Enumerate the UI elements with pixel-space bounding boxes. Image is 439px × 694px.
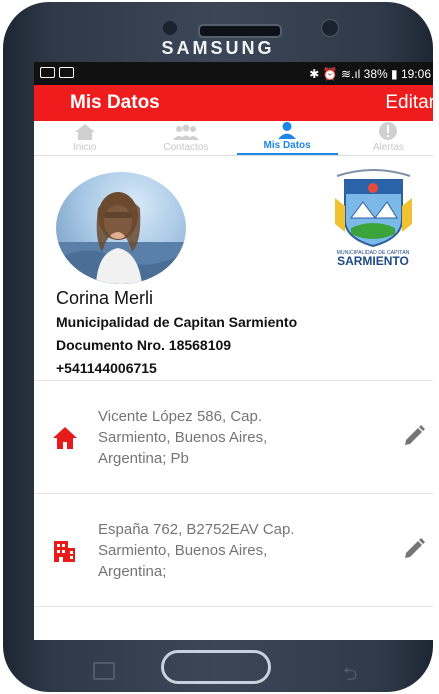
building-icon: [54, 541, 75, 562]
municipality-logo: MUNICIPALIDAD DE CAPITÁN SARMIENTO: [331, 168, 416, 268]
profile-name: Corina Merli: [56, 288, 154, 308]
profile-section: MUNICIPALIDAD DE CAPITÁN SARMIENTO Corin…: [34, 156, 433, 376]
address-text: Vicente López 586, Cap. Sarmiento, Bueno…: [98, 408, 268, 467]
image-notification-icon: [59, 66, 74, 78]
profile-phone: +541144006715: [56, 360, 157, 376]
address-item[interactable]: Vicente López 586, Cap. Sarmiento, Bueno…: [34, 381, 433, 493]
avatar: [56, 172, 186, 284]
tab-label: Mis Datos: [263, 140, 311, 151]
page-title: Mis Datos: [70, 92, 160, 113]
home-icon: [53, 427, 77, 449]
tab-label: Contactos: [163, 142, 209, 153]
phone-bottom-bezel: ⮌: [3, 640, 433, 692]
coat-of-arms-icon: MUNICIPALIDAD DE CAPITÁN SARMIENTO: [335, 169, 412, 268]
person-icon: [278, 121, 297, 139]
contacts-icon: [172, 124, 199, 140]
tab-label: Inicio: [72, 142, 97, 153]
tab-inicio[interactable]: Inicio: [34, 121, 135, 155]
address-text: España 762, B2752EAV Cap. Sarmiento, Bue…: [98, 521, 295, 580]
status-right: ✱ ⏰ ≋.ıl 38% ▮ 19:06: [309, 66, 431, 81]
profile-document: Documento Nro. 18568109: [56, 337, 232, 353]
speaker-grille: [198, 24, 282, 38]
address-item[interactable]: España 762, B2752EAV Cap. Sarmiento, Bue…: [34, 494, 433, 606]
alert-icon: [379, 122, 398, 140]
profile-organization: Municipalidad de Capitan Sarmiento: [56, 314, 298, 330]
pencil-edit-icon[interactable]: [403, 538, 425, 560]
notification-icons: [40, 66, 78, 81]
back-icon[interactable]: ⮌: [343, 662, 357, 692]
sensor-icon: [163, 21, 177, 35]
tab-bar: Inicio Contactos Mis Datos Alertas: [34, 121, 433, 156]
divider: [34, 606, 433, 607]
status-bar: ✱ ⏰ ≋.ıl 38% ▮ 19:06: [34, 62, 433, 85]
front-camera-icon: [321, 19, 339, 37]
recent-apps-icon[interactable]: [93, 662, 115, 680]
app-screen: ✱ ⏰ ≋.ıl 38% ▮ 19:06 Mis Datos Editar In…: [34, 62, 433, 640]
logo-caption-big: SARMIENTO: [337, 254, 409, 268]
tab-label: Alertas: [372, 142, 404, 153]
device-brand: SAMSUNG: [161, 38, 275, 58]
pencil-edit-icon[interactable]: [403, 425, 425, 447]
tab-contactos[interactable]: Contactos: [135, 121, 236, 155]
home-icon: [74, 124, 95, 140]
tab-mis-datos[interactable]: Mis Datos: [236, 121, 338, 155]
avatar-photo: [56, 192, 186, 284]
phone-frame: SAMSUNG ✱ ⏰ ≋.ıl 38% ▮ 19:06 Mis Datos E…: [3, 2, 433, 692]
tab-alertas[interactable]: Alertas: [338, 121, 433, 155]
edit-button[interactable]: Editar: [385, 92, 433, 114]
home-button[interactable]: [161, 650, 271, 684]
image-notification-icon: [40, 66, 55, 78]
app-bar: Mis Datos Editar: [34, 85, 433, 121]
